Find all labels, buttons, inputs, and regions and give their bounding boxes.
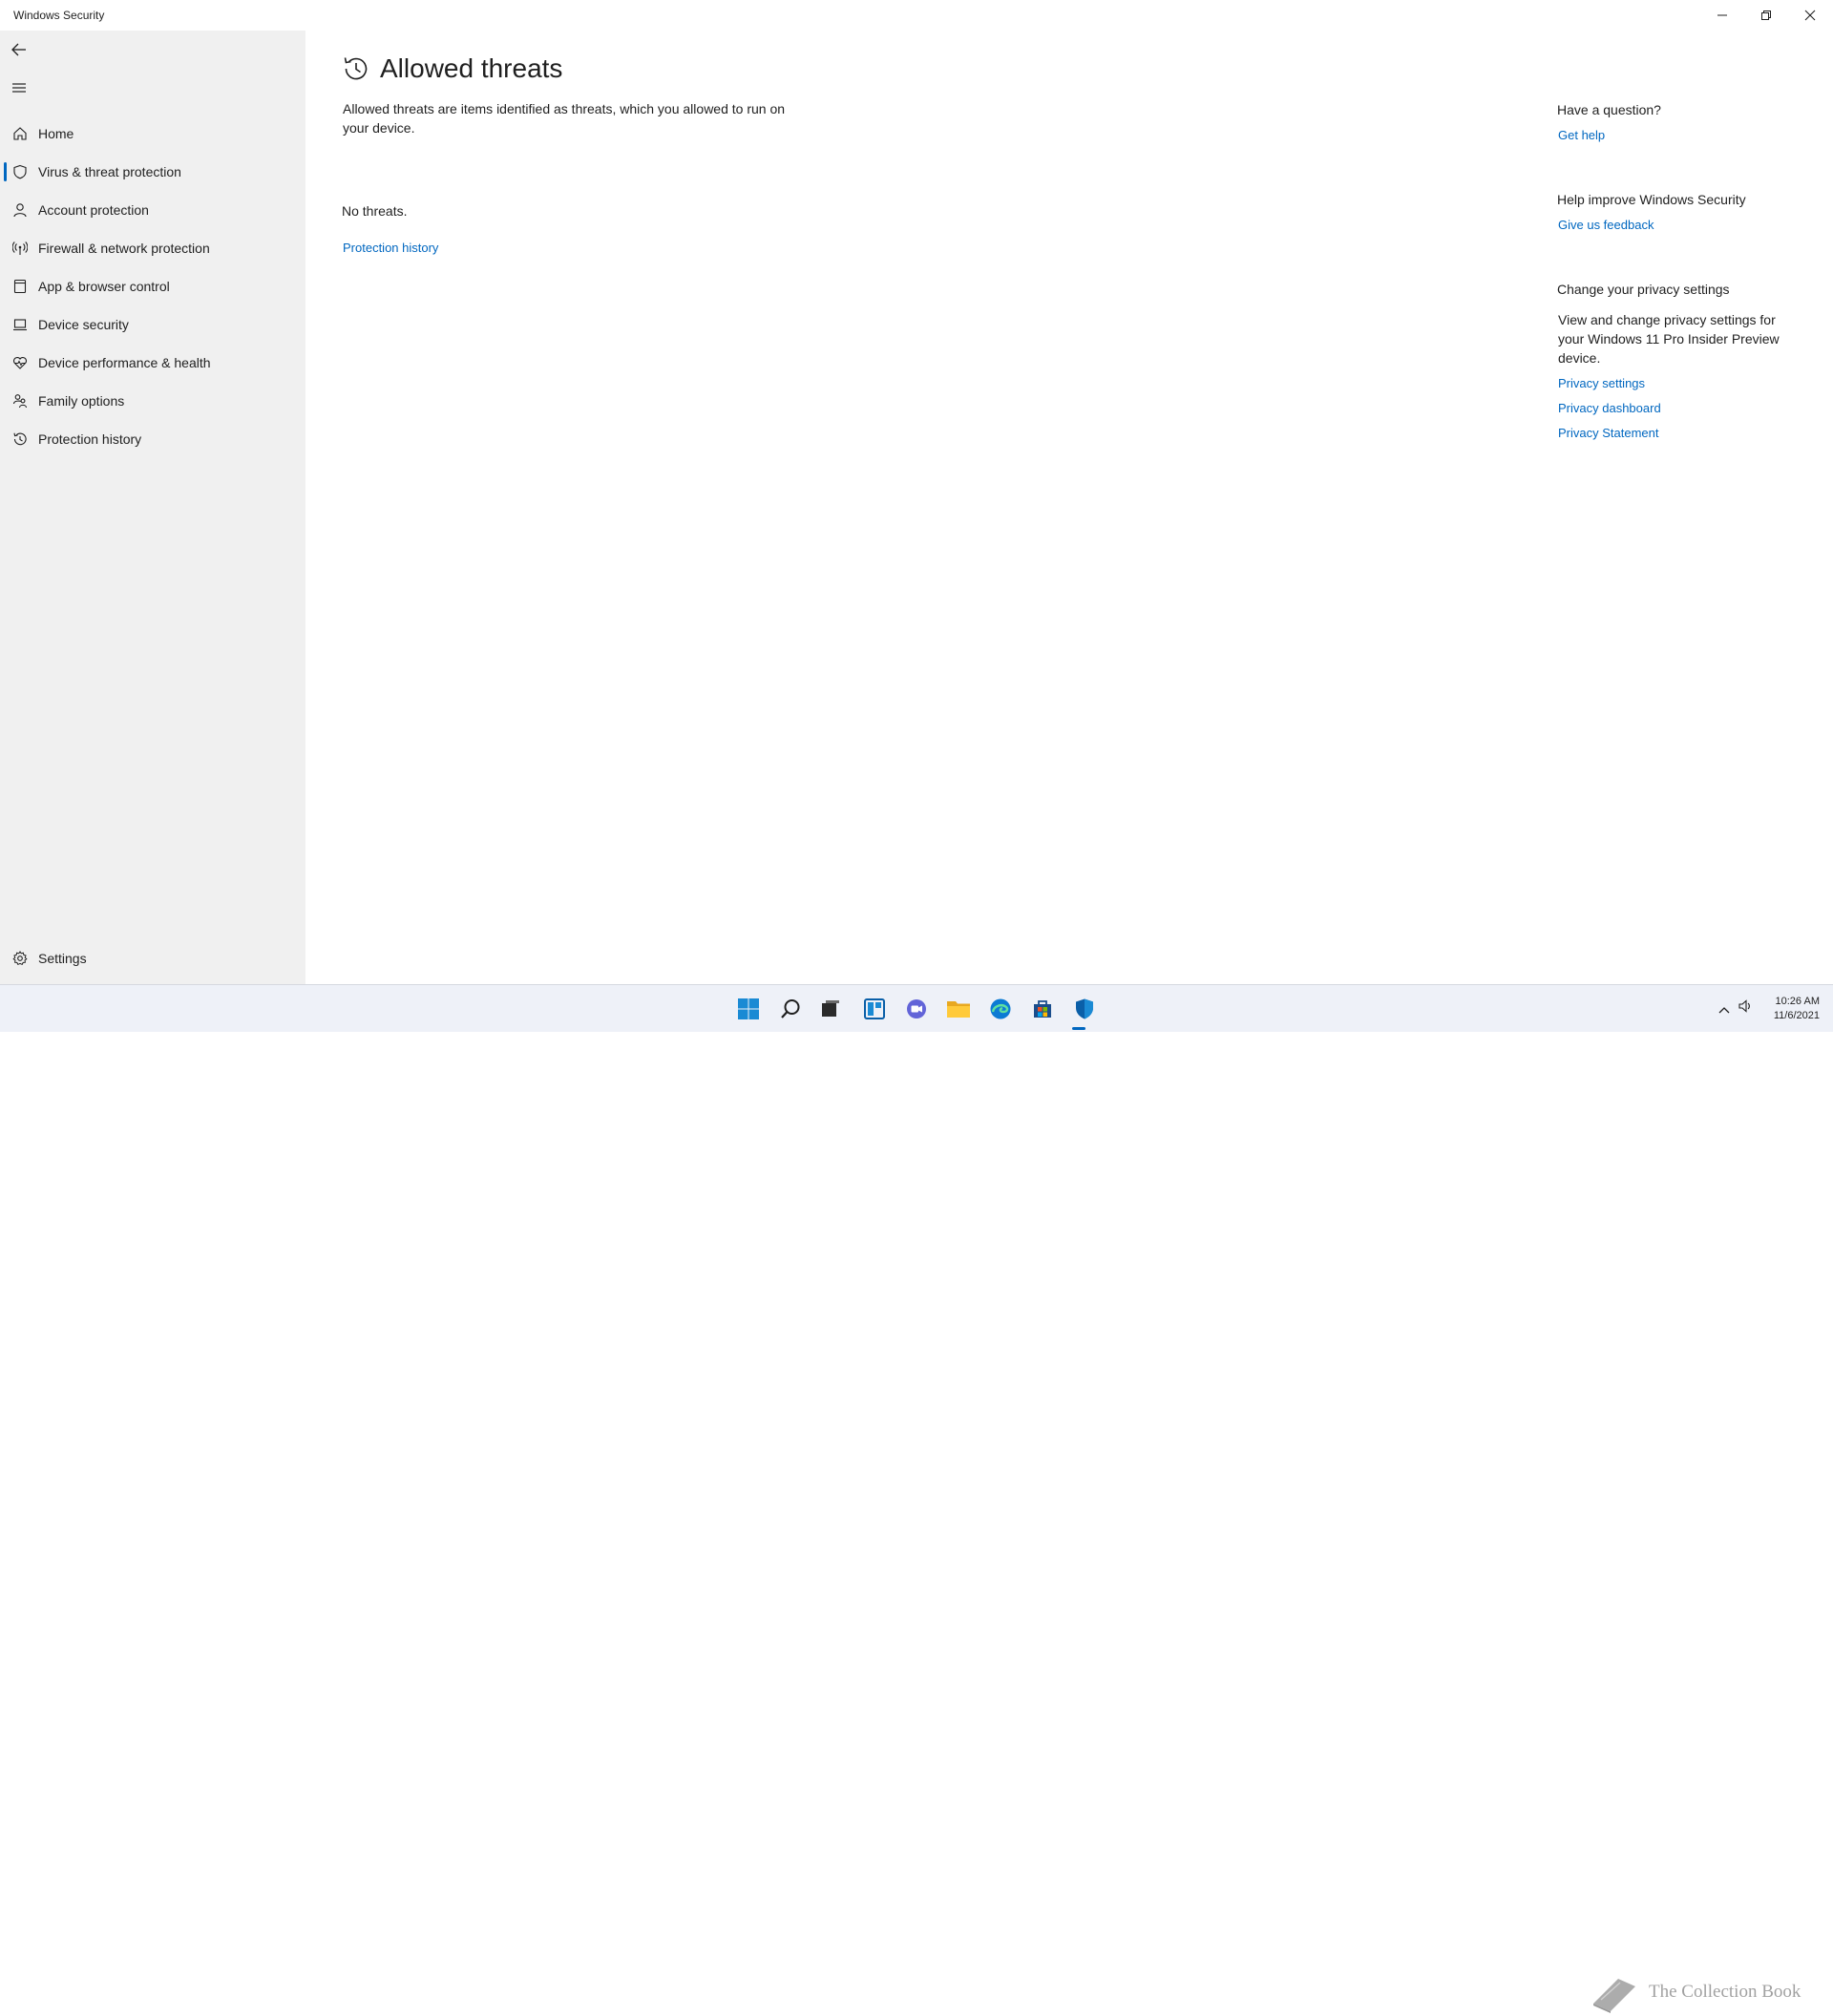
- system-clock[interactable]: 10:26 AM 11/6/2021: [1774, 995, 1820, 1023]
- privacy-settings-link[interactable]: Privacy settings: [1558, 376, 1645, 390]
- clock-time: 10:26 AM: [1775, 996, 1820, 1007]
- heart-pulse-icon: [11, 354, 29, 371]
- sidebar-item-device-security[interactable]: Device security: [0, 305, 306, 344]
- file-explorer-button[interactable]: [944, 995, 973, 1023]
- store-icon: [1034, 1000, 1051, 1018]
- sidebar-item-label: Protection history: [38, 431, 142, 447]
- sidebar-item-protection-history[interactable]: Protection history: [0, 420, 306, 458]
- chat-button[interactable]: [902, 995, 931, 1023]
- restore-icon: [1761, 10, 1771, 20]
- history-icon: [344, 57, 368, 80]
- taskbar: The Collection Book 10:26 AM 11/6/2021: [0, 984, 1833, 2013]
- page-header: Allowed threats: [342, 53, 562, 84]
- search-icon: [781, 999, 800, 1018]
- restore-button[interactable]: [1744, 0, 1788, 31]
- menu-button[interactable]: [8, 76, 31, 99]
- minimize-button[interactable]: [1700, 0, 1744, 31]
- sidebar-item-label: App & browser control: [38, 279, 170, 294]
- close-button[interactable]: [1788, 0, 1832, 31]
- volume-button[interactable]: [1738, 998, 1753, 1017]
- title-bar: Windows Security: [0, 0, 1833, 31]
- laptop-icon: [11, 316, 29, 333]
- sidebar-item-firewall-network-protection[interactable]: Firewall & network protection: [0, 229, 306, 267]
- home-icon: [11, 125, 29, 142]
- watermark: The Collection Book: [1590, 1968, 1809, 2016]
- sidebar-item-label: Settings: [38, 951, 87, 966]
- page-description: Allowed threats are items identified as …: [343, 101, 786, 136]
- taskbar-search-button[interactable]: [776, 995, 805, 1023]
- windows-logo-icon: [738, 998, 759, 1019]
- shield-icon: [11, 163, 29, 180]
- gear-icon: [11, 950, 29, 967]
- chat-icon: [907, 999, 926, 1018]
- widgets-button[interactable]: [860, 995, 889, 1023]
- close-icon: [1804, 10, 1816, 21]
- clock-date: 11/6/2021: [1773, 1010, 1820, 1021]
- sidebar-item-label: Family options: [38, 393, 125, 409]
- person-icon: [11, 201, 29, 219]
- start-button[interactable]: [734, 995, 763, 1023]
- windows-security-taskbar-button[interactable]: [1070, 995, 1099, 1023]
- sidebar-item-app-browser-control[interactable]: App & browser control: [0, 267, 306, 305]
- question-heading: Have a question?: [1557, 102, 1661, 117]
- history-icon: [11, 430, 29, 448]
- watermark-text: The Collection Book: [1649, 1982, 1801, 2002]
- sidebar-item-account-protection[interactable]: Account protection: [0, 191, 306, 229]
- protection-history-link[interactable]: Protection history: [343, 241, 438, 255]
- sidebar-item-label: Virus & threat protection: [38, 164, 181, 179]
- sidebar: Home Virus & threat protection Account p…: [0, 31, 306, 984]
- back-button[interactable]: [8, 38, 31, 61]
- sidebar-item-label: Home: [38, 126, 74, 141]
- book-logo-icon: [1593, 1979, 1635, 2013]
- back-arrow-icon: [11, 43, 26, 56]
- get-help-link[interactable]: Get help: [1558, 128, 1605, 142]
- edge-browser-button[interactable]: [986, 995, 1015, 1023]
- folder-icon: [947, 1001, 970, 1018]
- sidebar-item-settings[interactable]: Settings: [0, 939, 306, 977]
- chevron-up-icon: [1718, 1007, 1730, 1014]
- privacy-dashboard-link[interactable]: Privacy dashboard: [1558, 401, 1661, 415]
- sidebar-item-label: Firewall & network protection: [38, 241, 210, 256]
- main-content: Allowed threats Allowed threats are item…: [306, 31, 1833, 984]
- page-title: Allowed threats: [380, 53, 563, 83]
- sidebar-item-device-performance-health[interactable]: Device performance & health: [0, 344, 306, 382]
- security-shield-icon: [1076, 998, 1093, 1019]
- sidebar-item-label: Device security: [38, 317, 129, 332]
- widgets-icon: [864, 998, 885, 1019]
- sidebar-item-label: Account protection: [38, 202, 149, 218]
- sidebar-item-home[interactable]: Home: [0, 115, 306, 153]
- sidebar-item-virus-threat-protection[interactable]: Virus & threat protection: [0, 153, 306, 191]
- sidebar-item-label: Device performance & health: [38, 355, 211, 370]
- app-window-icon: [11, 278, 29, 295]
- active-app-indicator: [1072, 1027, 1085, 1030]
- family-icon: [11, 392, 29, 410]
- edge-icon: [990, 998, 1011, 1019]
- improve-heading: Help improve Windows Security: [1557, 192, 1746, 207]
- task-view-icon: [822, 1000, 839, 1017]
- privacy-heading: Change your privacy settings: [1557, 282, 1730, 297]
- empty-state-text: No threats.: [342, 203, 408, 219]
- privacy-description: View and change privacy settings for you…: [1558, 312, 1780, 366]
- wireless-icon: [11, 240, 29, 257]
- sidebar-item-family-options[interactable]: Family options: [0, 382, 306, 420]
- privacy-statement-link[interactable]: Privacy Statement: [1558, 426, 1659, 440]
- minimize-icon: [1717, 14, 1727, 16]
- hamburger-icon: [12, 83, 26, 93]
- window-title: Windows Security: [13, 9, 105, 22]
- speaker-icon: [1738, 999, 1750, 1013]
- show-hidden-icons-button[interactable]: [1718, 1002, 1730, 1019]
- give-feedback-link[interactable]: Give us feedback: [1558, 218, 1654, 232]
- task-view-button[interactable]: [816, 995, 845, 1023]
- store-button[interactable]: [1028, 995, 1057, 1023]
